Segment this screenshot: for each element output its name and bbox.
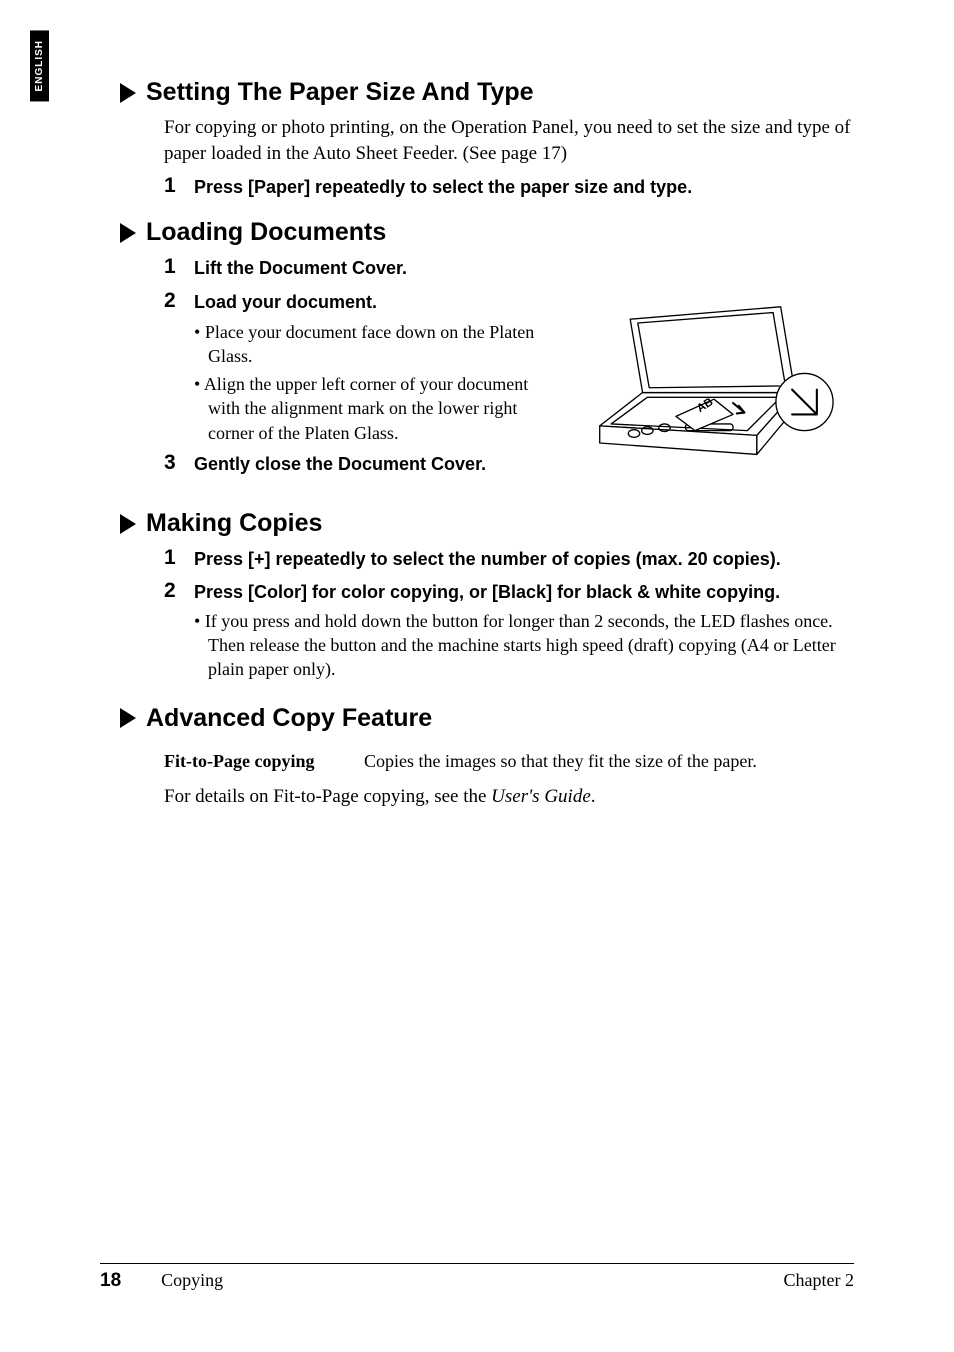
step-title: Press [+] repeatedly to select the numbe… [194, 546, 854, 572]
step-number: 1 [164, 546, 194, 572]
section-heading-paper: Setting The Paper Size And Type [120, 78, 854, 107]
section-heading-text: Making Copies [146, 509, 322, 538]
step-title: Lift the Document Cover. [194, 255, 854, 281]
section-heading-copies: Making Copies [120, 509, 854, 538]
paper-intro: For copying or photo printing, on the Op… [164, 115, 854, 166]
language-tab: ENGLISH [30, 30, 49, 101]
page-content: Setting The Paper Size And Type For copy… [100, 78, 854, 808]
section-heading-loading: Loading Documents [120, 218, 854, 247]
step-title: Load your document. [194, 289, 556, 315]
copies-step-1: 1 Press [+] repeatedly to select the num… [164, 546, 854, 572]
bullet-item: If you press and hold down the button fo… [194, 609, 854, 682]
section-heading-text: Advanced Copy Feature [146, 704, 432, 733]
bullet-item: Align the upper left corner of your docu… [194, 372, 556, 445]
step-title: Gently close the Document Cover. [194, 451, 556, 477]
loading-step-3: 3 Gently close the Document Cover. [164, 451, 556, 477]
section-heading-advanced: Advanced Copy Feature [120, 704, 854, 733]
copies-step-2-bullets: If you press and hold down the button fo… [194, 609, 854, 682]
scanner-illustration: AB [584, 283, 844, 483]
page-number: 18 [100, 1270, 121, 1292]
loading-step-2: 2 Load your document. [164, 289, 556, 315]
page-footer: 18 Copying Chapter 2 [100, 1263, 854, 1292]
closing-italic: User's Guide [491, 786, 591, 807]
loading-left-column: 2 Load your document. Place your documen… [164, 283, 556, 483]
section-heading-text: Loading Documents [146, 218, 386, 247]
paper-step-1: 1 Press [Paper] repeatedly to select the… [164, 174, 854, 200]
triangle-icon [120, 514, 136, 534]
advanced-closing: For details on Fit-to-Page copying, see … [164, 786, 854, 808]
closing-pre: For details on Fit-to-Page copying, see … [164, 786, 491, 807]
copies-step-2: 2 Press [Color] for color copying, or [B… [164, 579, 854, 605]
step-number: 2 [164, 289, 194, 315]
step-title: Press [Color] for color copying, or [Bla… [194, 579, 854, 605]
step-title: Press [Paper] repeatedly to select the p… [194, 174, 854, 200]
loading-step-2-bullets: Place your document face down on the Pla… [194, 320, 556, 445]
step-number: 1 [164, 255, 194, 281]
loading-two-column: 2 Load your document. Place your documen… [164, 283, 854, 483]
closing-post: . [591, 786, 596, 807]
loading-illustration-cell: AB [574, 283, 854, 483]
triangle-icon [120, 223, 136, 243]
triangle-icon [120, 83, 136, 103]
step-number: 3 [164, 451, 194, 477]
footer-chapter: Chapter 2 [784, 1270, 854, 1292]
footer-section-name: Copying [161, 1270, 223, 1291]
feature-term: Fit-to-Page copying [164, 751, 364, 772]
step-number: 1 [164, 174, 194, 200]
fit-to-page-row: Fit-to-Page copying Copies the images so… [164, 751, 854, 772]
step-number: 2 [164, 579, 194, 605]
footer-left: 18 Copying [100, 1270, 223, 1292]
feature-desc: Copies the images so that they fit the s… [364, 751, 757, 772]
loading-step-1: 1 Lift the Document Cover. [164, 255, 854, 281]
section-heading-text: Setting The Paper Size And Type [146, 78, 534, 107]
bullet-item: Place your document face down on the Pla… [194, 320, 556, 369]
triangle-icon [120, 708, 136, 728]
